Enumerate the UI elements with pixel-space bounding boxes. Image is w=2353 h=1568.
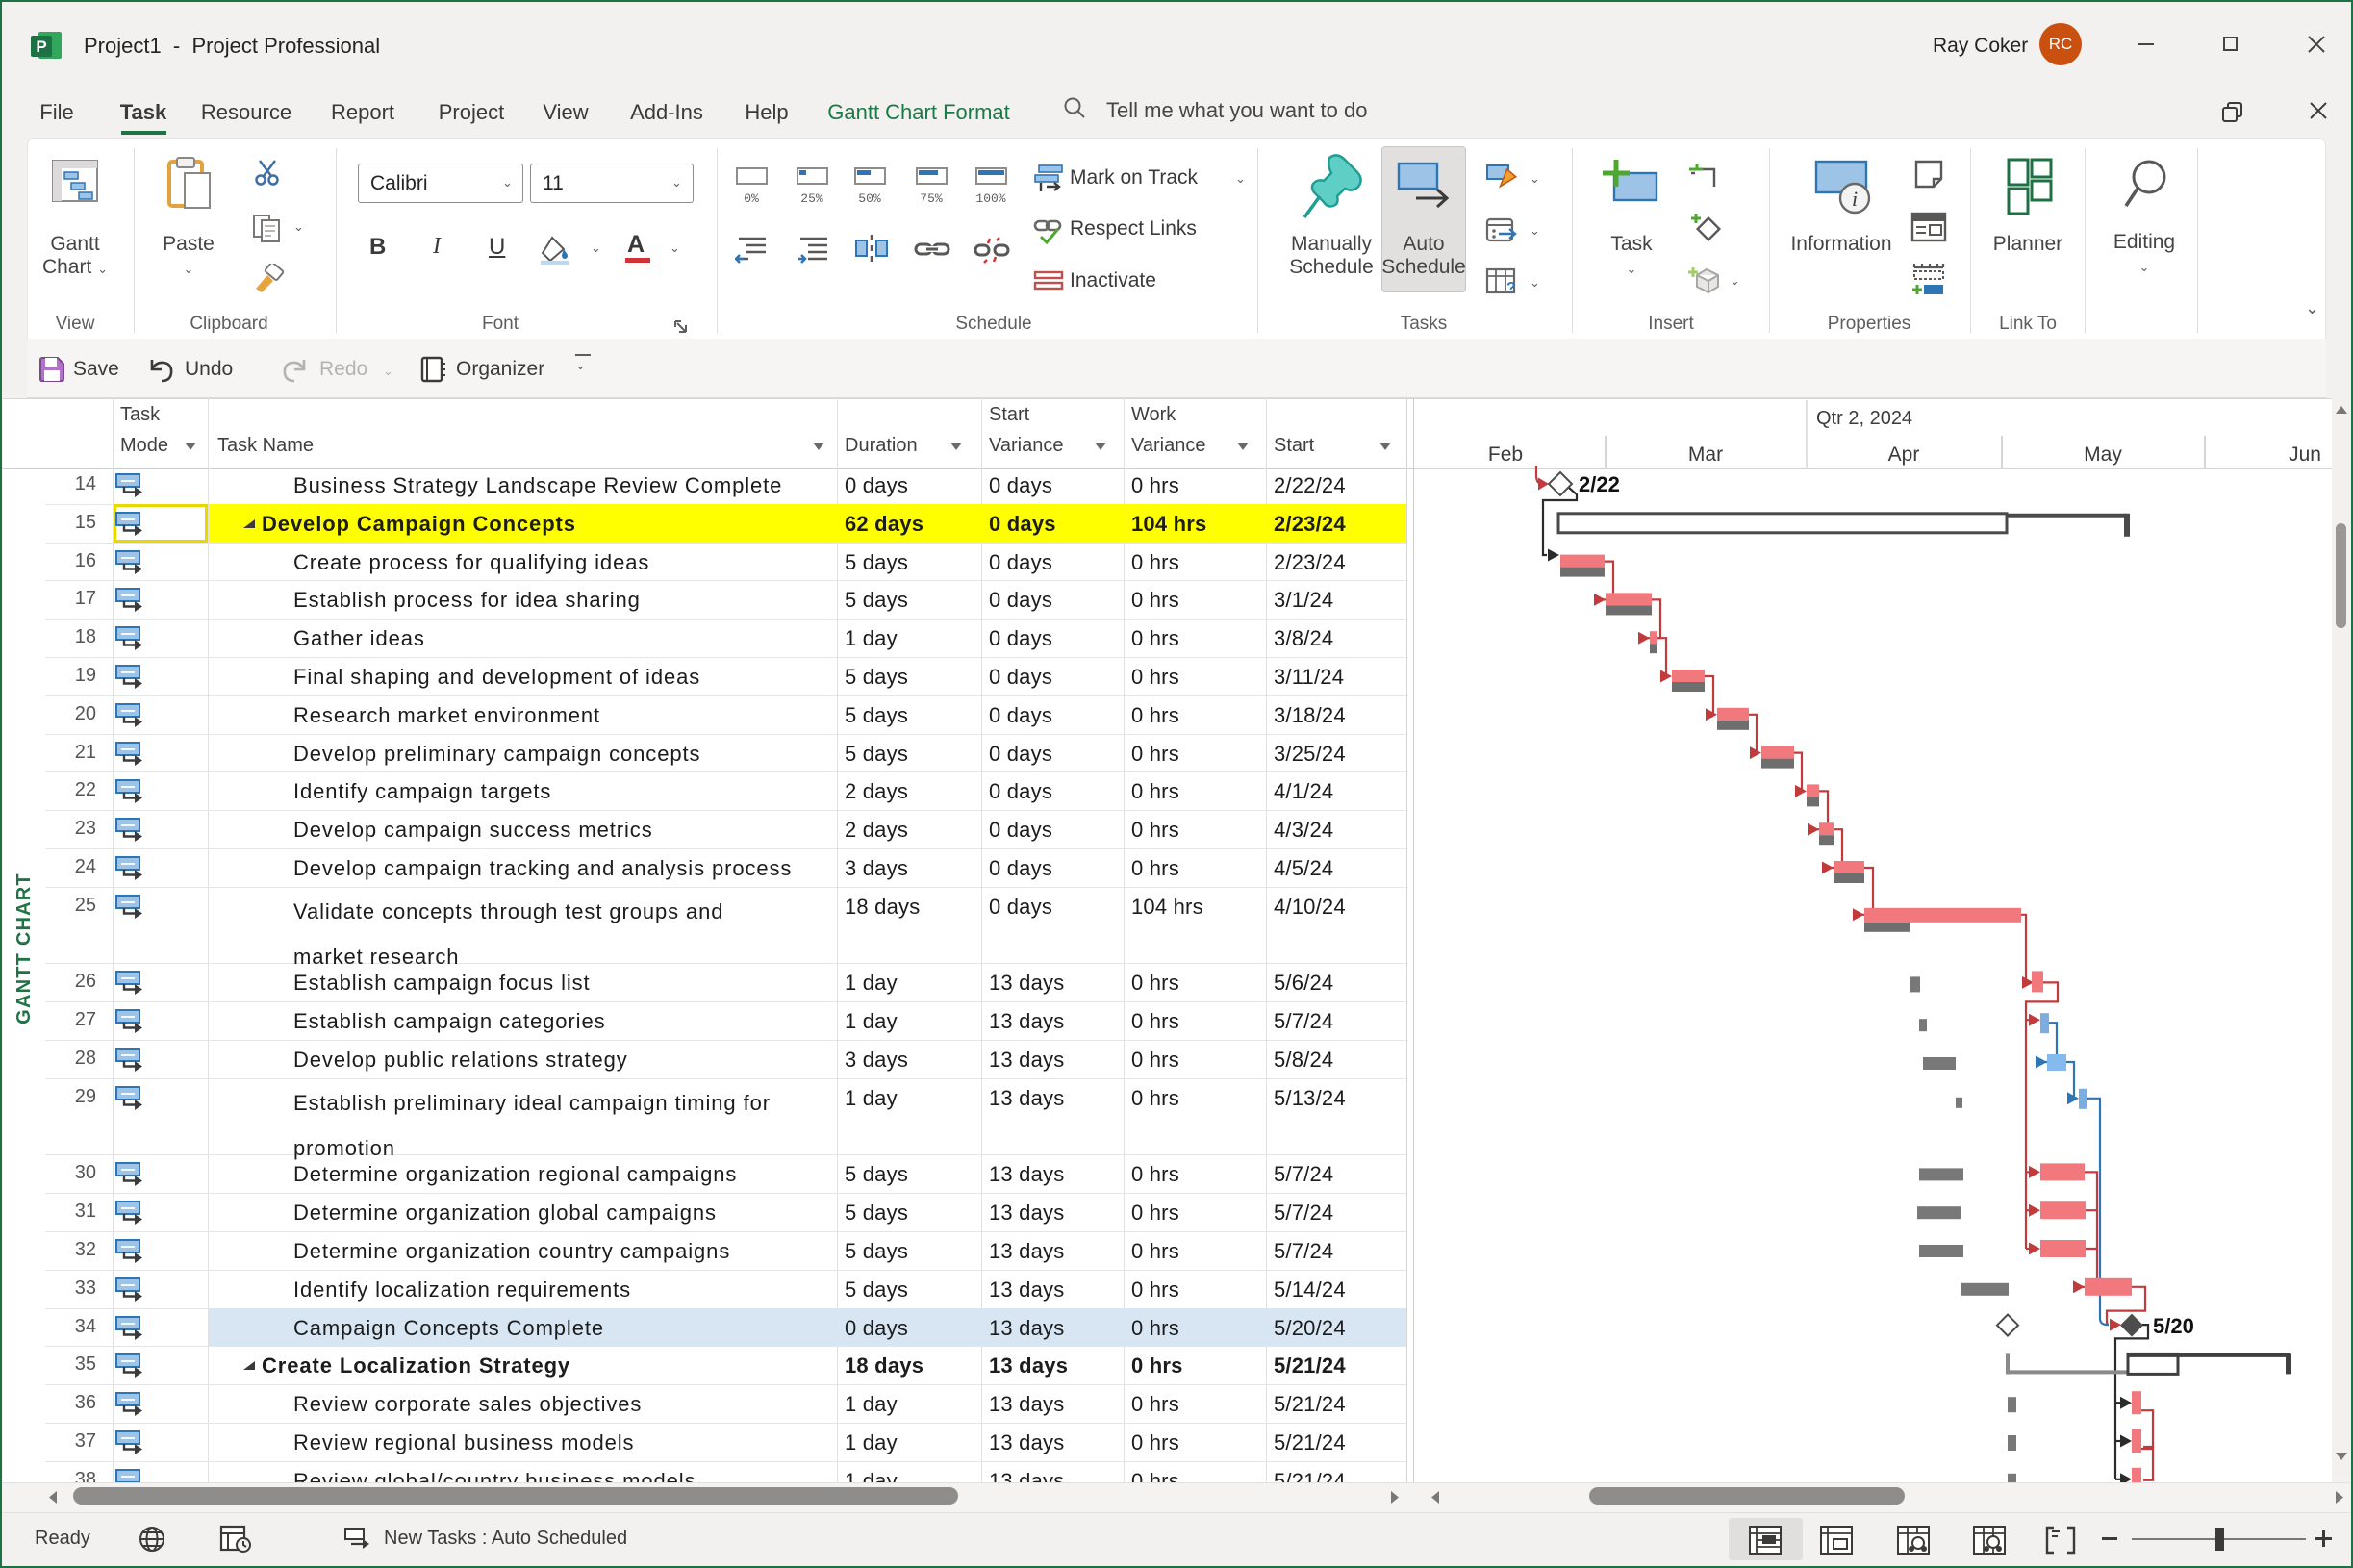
svg-text:Jun: Jun <box>2289 443 2321 466</box>
svg-text:Feb: Feb <box>1488 443 1523 466</box>
svg-text:Qtr 2, 2024: Qtr 2, 2024 <box>1816 408 1912 429</box>
svg-text:Apr: Apr <box>1888 443 1920 466</box>
svg-text:i: i <box>1852 187 1858 211</box>
svg-text:2/22: 2/22 <box>1579 472 1620 496</box>
svg-text:May: May <box>2084 443 2122 466</box>
svg-text:P: P <box>36 38 46 56</box>
svg-text:Mar: Mar <box>1688 443 1723 466</box>
svg-text:?: ? <box>1506 280 1516 296</box>
svg-text:5/20: 5/20 <box>2153 1314 2194 1338</box>
